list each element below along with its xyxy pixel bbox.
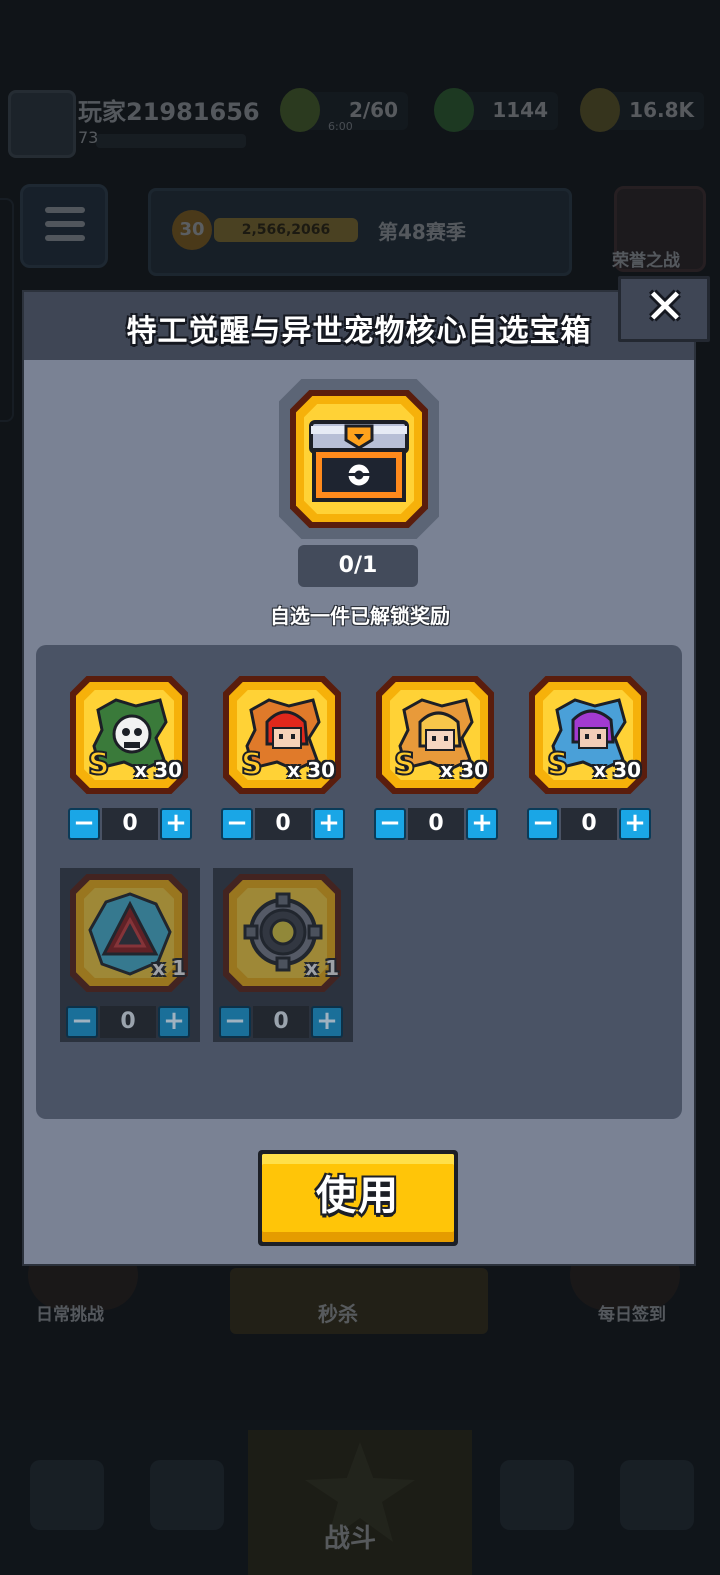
nav-hero-icon bbox=[150, 1460, 224, 1530]
shield-label: 荣誉之战 bbox=[612, 251, 680, 271]
stage-name: 第48赛季 bbox=[378, 220, 466, 244]
nav-gear-icon bbox=[500, 1460, 574, 1530]
svg-text:S: S bbox=[547, 747, 569, 782]
selection-counter: 0/1 bbox=[298, 545, 418, 587]
level-progress-bar bbox=[96, 134, 246, 148]
quantity-stepper: − 0 + bbox=[68, 808, 192, 840]
resource-value: 16.8K bbox=[629, 98, 694, 122]
resource-gold: 16.8K bbox=[580, 88, 704, 132]
reward-item[interactable]: S x 30 − 0 + bbox=[523, 670, 653, 850]
plus-icon: + bbox=[158, 1006, 190, 1038]
nav-shop-icon bbox=[30, 1460, 104, 1530]
reward-quantity: x 30 bbox=[134, 758, 182, 782]
plus-icon[interactable]: + bbox=[160, 808, 192, 840]
dialog-header: 特工觉醒与异世宠物核心自选宝箱 bbox=[24, 292, 694, 360]
svg-text:S: S bbox=[241, 747, 263, 782]
selection-hint: 自选一件已解锁奖励 bbox=[270, 604, 450, 628]
gem-icon bbox=[434, 88, 474, 132]
treasure-chest-icon bbox=[309, 420, 409, 502]
stage-level-badge: 30 bbox=[172, 210, 212, 250]
stamina-icon bbox=[280, 88, 320, 132]
resource-gem: 1144 bbox=[434, 88, 558, 132]
svg-text:S: S bbox=[88, 747, 110, 782]
quantity-stepper: − 0 + bbox=[66, 1006, 190, 1038]
resource-value: 1144 bbox=[492, 98, 548, 122]
nav-mail-icon bbox=[620, 1460, 694, 1530]
reward-quantity: x 30 bbox=[440, 758, 488, 782]
quantity-stepper: − 0 + bbox=[374, 808, 498, 840]
reward-quantity: x 30 bbox=[593, 758, 641, 782]
player-name: 玩家21981656 bbox=[78, 98, 260, 126]
stepper-value: 0 bbox=[253, 1006, 309, 1038]
resource-value: 2/60 bbox=[348, 98, 398, 122]
reward-item-locked: x 1 − 0 + bbox=[213, 868, 353, 1042]
plus-icon[interactable]: + bbox=[466, 808, 498, 840]
player-level: 73 bbox=[78, 128, 99, 147]
side-panel-edge bbox=[0, 198, 14, 422]
flash-sale-banner bbox=[230, 1268, 488, 1334]
quantity-stepper: − 0 + bbox=[221, 808, 345, 840]
plus-icon: + bbox=[311, 1006, 343, 1038]
daily-challenge-label: 日常挑战 bbox=[36, 1305, 104, 1325]
resource-subtext: 6:00 bbox=[328, 120, 353, 133]
dialog-title: 特工觉醒与异世宠物核心自选宝箱 bbox=[126, 314, 592, 349]
stepper-value: 0 bbox=[255, 808, 311, 840]
gold-icon bbox=[580, 88, 620, 132]
menu-button bbox=[20, 184, 108, 268]
use-button[interactable]: 使用 bbox=[258, 1150, 458, 1246]
minus-icon[interactable]: − bbox=[221, 808, 253, 840]
use-button-label: 使用 bbox=[316, 1173, 400, 1219]
stepper-value: 0 bbox=[408, 808, 464, 840]
reward-item[interactable]: S x 30 − 0 + bbox=[217, 670, 347, 850]
stepper-value: 0 bbox=[561, 808, 617, 840]
minus-icon: − bbox=[219, 1006, 251, 1038]
minus-icon[interactable]: − bbox=[68, 808, 100, 840]
plus-icon[interactable]: + bbox=[313, 808, 345, 840]
stepper-value: 0 bbox=[102, 808, 158, 840]
reward-item-locked: x 1 − 0 + bbox=[60, 868, 200, 1042]
reward-item[interactable]: S x 30 − 0 + bbox=[64, 670, 194, 850]
quantity-stepper: − 0 + bbox=[219, 1006, 343, 1038]
flash-sale-label: 秒杀 bbox=[318, 1302, 358, 1326]
minus-icon: − bbox=[66, 1006, 98, 1038]
stage-power: 2,566,2066 bbox=[214, 218, 358, 242]
minus-icon[interactable]: − bbox=[527, 808, 559, 840]
daily-checkin-label: 每日签到 bbox=[598, 1305, 666, 1325]
reward-item[interactable]: S x 30 − 0 + bbox=[370, 670, 500, 850]
reward-quantity: x 30 bbox=[287, 758, 335, 782]
stepper-value: 0 bbox=[100, 1006, 156, 1038]
minus-icon[interactable]: − bbox=[374, 808, 406, 840]
resource-stamina: 2/60 6:00 bbox=[280, 88, 408, 133]
svg-text:S: S bbox=[394, 747, 416, 782]
close-icon[interactable]: ✕ bbox=[640, 282, 690, 332]
nav-battle-label: 战斗 bbox=[324, 1524, 377, 1554]
plus-icon[interactable]: + bbox=[619, 808, 651, 840]
avatar bbox=[8, 90, 76, 158]
quantity-stepper: − 0 + bbox=[527, 808, 651, 840]
